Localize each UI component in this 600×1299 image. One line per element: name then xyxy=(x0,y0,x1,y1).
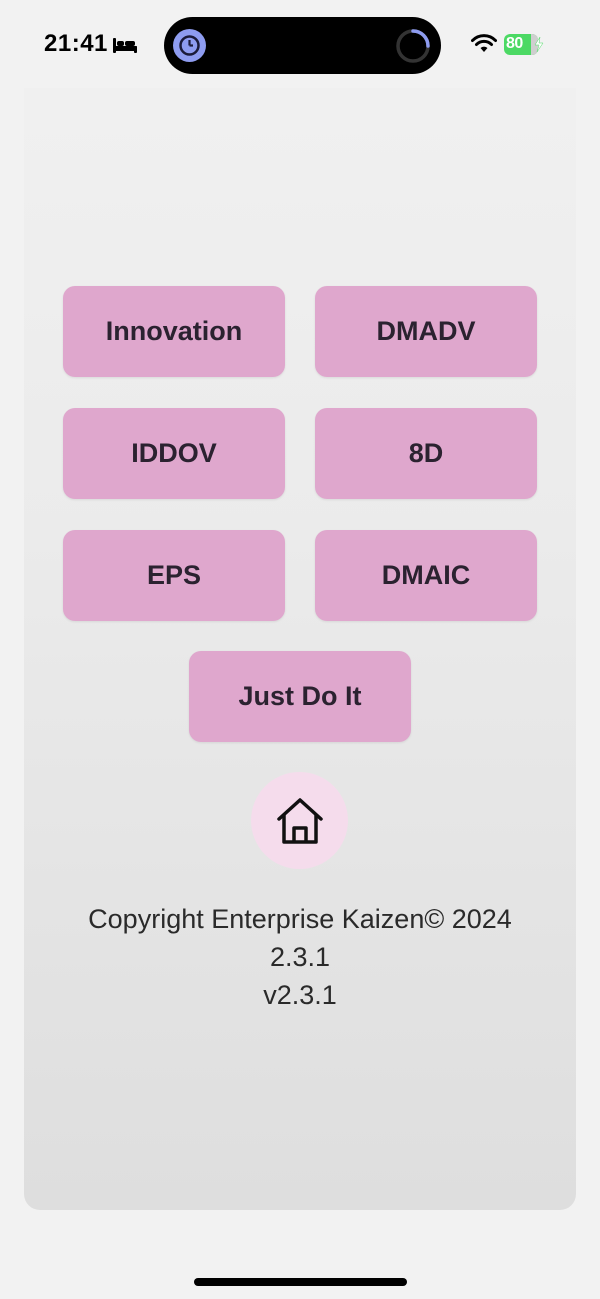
charging-bolt-icon xyxy=(534,37,544,52)
wifi-icon xyxy=(471,34,497,52)
status-bar: 21:41 80 xyxy=(0,0,600,90)
eps-button[interactable]: EPS xyxy=(63,530,285,621)
version-number: 2.3.1 xyxy=(269,942,331,972)
dynamic-island[interactable] xyxy=(164,17,441,74)
app-screen: 21:41 80 Innovation DMADV IDDOV 8D EPS D… xyxy=(0,0,600,1299)
status-time: 21:41 xyxy=(44,30,108,57)
dmaic-button[interactable]: DMAIC xyxy=(315,530,537,621)
timer-icon xyxy=(173,29,206,62)
battery-icon: 80 xyxy=(504,34,544,55)
main-card xyxy=(24,88,576,1210)
dmadv-button[interactable]: DMADV xyxy=(315,286,537,377)
innovation-button[interactable]: Innovation xyxy=(63,286,285,377)
home-indicator[interactable] xyxy=(194,1278,407,1286)
battery-body: 80 xyxy=(504,34,538,55)
copyright-text: Copyright Enterprise Kaizen© 2024 xyxy=(88,904,512,934)
iddov-button[interactable]: IDDOV xyxy=(63,408,285,499)
version-label: v2.3.1 xyxy=(263,980,337,1010)
bed-icon xyxy=(113,38,137,53)
footer: Copyright Enterprise Kaizen© 2024 2.3.1 … xyxy=(24,900,576,1014)
battery-level: 80 xyxy=(506,35,523,52)
8d-button[interactable]: 8D xyxy=(315,408,537,499)
just-do-it-button[interactable]: Just Do It xyxy=(189,651,411,742)
activity-ring-icon xyxy=(396,29,430,63)
home-icon xyxy=(276,797,323,844)
home-button[interactable] xyxy=(251,772,348,869)
